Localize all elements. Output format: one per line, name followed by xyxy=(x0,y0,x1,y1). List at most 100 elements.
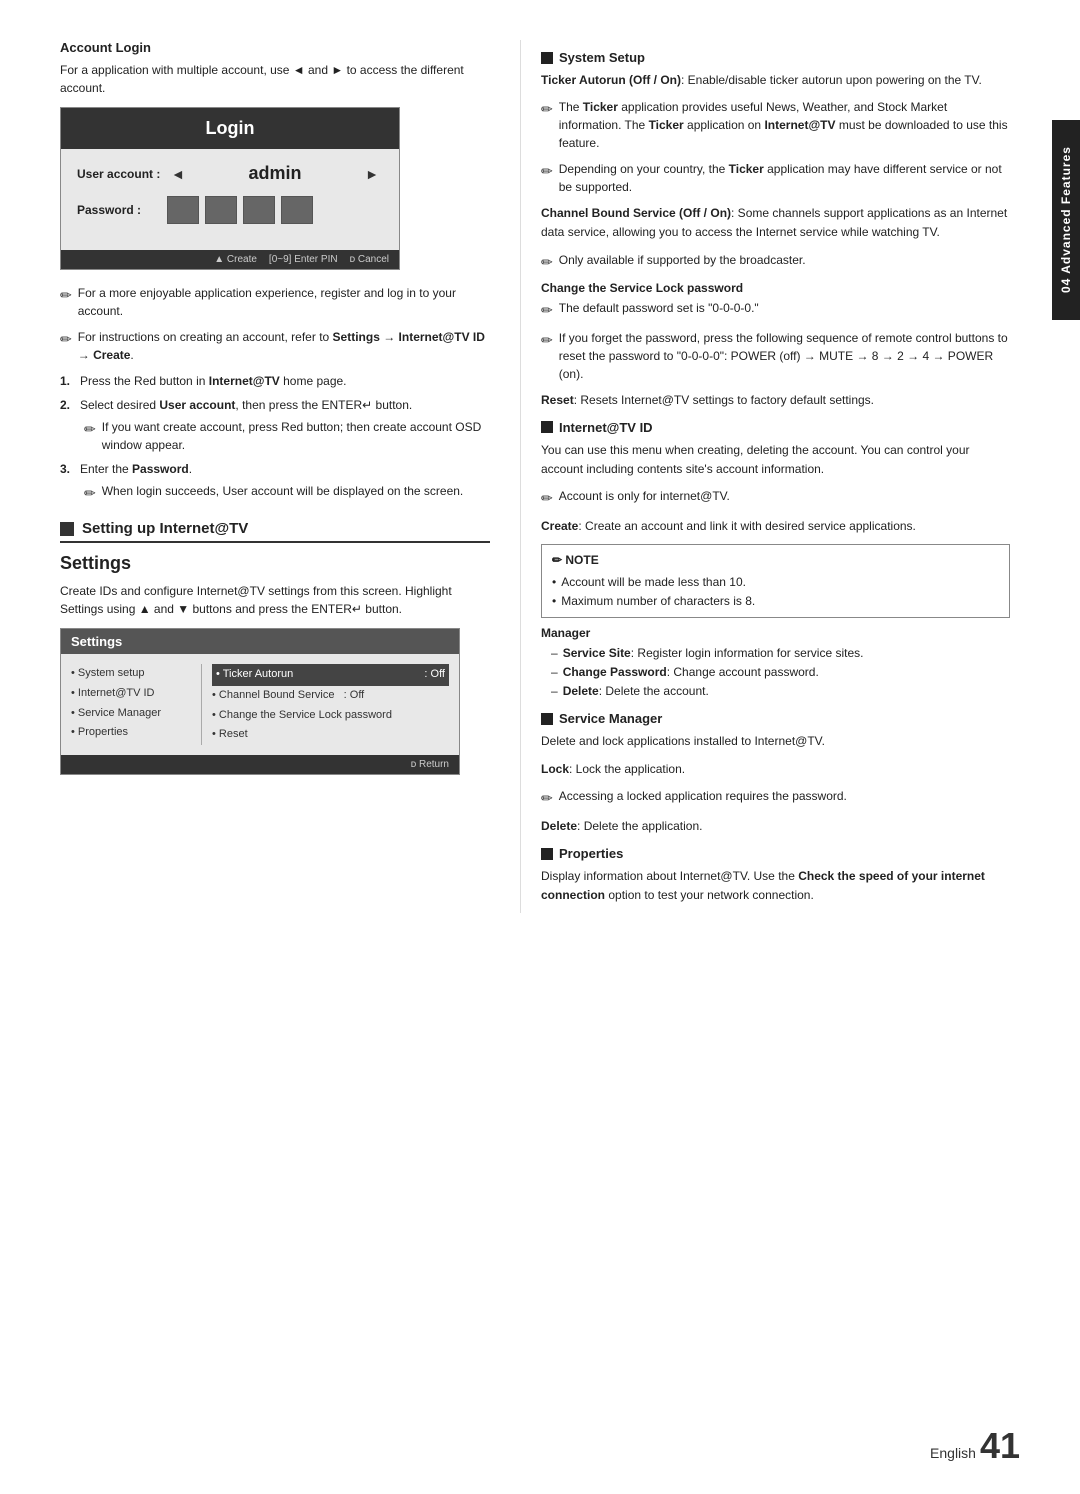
side-tab: 04 Advanced Features xyxy=(1052,120,1080,320)
ticker-note-1: ✏ The Ticker application provides useful… xyxy=(541,98,1010,152)
settings-menu-system: • System setup xyxy=(71,664,201,684)
properties-desc: Display information about Internet@TV. U… xyxy=(541,867,1010,905)
note-1: ✏ For a more enjoyable application exper… xyxy=(60,284,490,320)
right-column: System Setup Ticker Autorun (Off / On): … xyxy=(520,40,1010,913)
note-pencil-icon-2: ✏ xyxy=(60,329,72,350)
setting-up-heading-bar: Setting up Internet@TV xyxy=(60,520,490,543)
forgot-password-note: ✏ If you forget the password, press the … xyxy=(541,329,1010,383)
password-box-3 xyxy=(243,196,275,224)
channel-bound-note: ✏ Only available if supported by the bro… xyxy=(541,251,1010,273)
settings-footer: ᴅ Return xyxy=(61,755,459,774)
properties-section: Properties Display information about Int… xyxy=(541,846,1010,905)
internet-tv-id-bullet xyxy=(541,421,553,433)
ticker-label: • Ticker Autorun xyxy=(216,665,293,685)
ticker-note-2: ✏ Depending on your country, the Ticker … xyxy=(541,160,1010,196)
internet-tv-id-section: Internet@TV ID You can use this menu whe… xyxy=(541,420,1010,702)
account-login-desc: For a application with multiple account,… xyxy=(60,61,490,97)
service-manager-heading: Service Manager xyxy=(541,711,1010,726)
settings-change-lock: • Change the Service Lock password xyxy=(212,706,449,726)
setting-up-heading: Setting up Internet@TV xyxy=(82,520,248,537)
channel-bound-note-text: Only available if supported by the broad… xyxy=(559,251,806,269)
default-pass-icon: ✏ xyxy=(541,300,553,321)
lock-note-text: Accessing a locked application requires … xyxy=(559,787,847,805)
note-text-2: For instructions on creating an account,… xyxy=(78,328,490,364)
properties-bullet xyxy=(541,848,553,860)
step-3: 3. Enter the Password. ✏ When login succ… xyxy=(60,460,490,504)
step-1-text: Press the Red button in Internet@TV home… xyxy=(80,372,490,390)
settings-right-menu: • Ticker Autorun : Off • Channel Bound S… xyxy=(201,664,449,745)
settings-ui-box: Settings • System setup • Internet@TV ID… xyxy=(60,628,460,775)
note-box-item-2: Maximum number of characters is 8. xyxy=(552,592,999,611)
login-title: Login xyxy=(61,108,399,149)
step-2-text: Select desired User account, then press … xyxy=(80,398,412,412)
login-footer: ▲ Create [0~9] Enter PIN ᴅ Cancel xyxy=(61,250,399,269)
change-password-item: Change Password: Change account password… xyxy=(551,663,1010,682)
login-box: Login User account : ◄ admin ► Password … xyxy=(60,107,400,270)
account-login-section: Account Login For a application with mul… xyxy=(60,40,490,504)
password-row: Password : xyxy=(77,196,383,224)
system-setup-title: System Setup xyxy=(559,50,645,65)
ticker-note-icon-2: ✏ xyxy=(541,161,553,182)
step-3-content: Enter the Password. ✏ When login succeed… xyxy=(80,460,490,504)
password-label: Password : xyxy=(77,203,167,217)
lock-note: ✏ Accessing a locked application require… xyxy=(541,787,1010,809)
channel-bound-note-icon: ✏ xyxy=(541,252,553,273)
black-square-icon xyxy=(60,522,74,536)
internet-tv-id-note-text: Account is only for internet@TV. xyxy=(559,487,730,505)
service-manager-title: Service Manager xyxy=(559,711,662,726)
step-2-note-text: If you want create account, press Red bu… xyxy=(102,418,490,454)
page-footer: English 41 xyxy=(930,1428,1020,1464)
forgot-pass-text: If you forget the password, press the fo… xyxy=(559,329,1010,383)
settings-desc: Create IDs and configure Internet@TV set… xyxy=(60,582,490,618)
ticker-note-icon-1: ✏ xyxy=(541,99,553,120)
note-box: ✏ NOTE Account will be made less than 10… xyxy=(541,544,1010,618)
service-manager-bullet xyxy=(541,713,553,725)
footer-english: English xyxy=(930,1445,976,1461)
service-manager-section: Service Manager Delete and lock applicat… xyxy=(541,711,1010,836)
settings-menu-properties: • Properties xyxy=(71,723,201,743)
system-setup-section: System Setup Ticker Autorun (Off / On): … xyxy=(541,50,1010,410)
delete-item: Delete: Delete the account. xyxy=(551,682,1010,701)
internet-tv-id-title: Internet@TV ID xyxy=(559,420,653,435)
create-hint: ▲ Create xyxy=(214,254,257,265)
properties-heading: Properties xyxy=(541,846,1010,861)
forgot-pass-icon: ✏ xyxy=(541,330,553,351)
manager-title: Manager xyxy=(541,626,1010,640)
default-pass-text: The default password set is "0-0-0-0." xyxy=(559,299,759,317)
numbered-list: 1. Press the Red button in Internet@TV h… xyxy=(60,372,490,504)
lock-note-icon: ✏ xyxy=(541,788,553,809)
left-column: Account Login For a application with mul… xyxy=(60,40,520,913)
step-2-content: Select desired User account, then press … xyxy=(80,396,490,454)
note-2: ✏ For instructions on creating an accoun… xyxy=(60,328,490,364)
password-box-2 xyxy=(205,196,237,224)
step-2-note-icon: ✏ xyxy=(84,419,96,440)
step-3-text: Enter the Password. xyxy=(80,462,192,476)
settings-left-menu: • System setup • Internet@TV ID • Servic… xyxy=(71,664,201,745)
default-password-note: ✏ The default password set is "0-0-0-0." xyxy=(541,299,1010,321)
step-3-subnote: ✏ When login succeeds, User account will… xyxy=(84,482,490,504)
channel-bound-text: Channel Bound Service (Off / On): Some c… xyxy=(541,204,1010,242)
service-manager-desc: Delete and lock applications installed t… xyxy=(541,732,1010,751)
properties-title: Properties xyxy=(559,846,623,861)
step-2: 2. Select desired User account, then pre… xyxy=(60,396,490,454)
ticker-note-text-2: Depending on your country, the Ticker ap… xyxy=(559,160,1010,196)
system-setup-heading: System Setup xyxy=(541,50,1010,65)
return-hint: ᴅ Return xyxy=(411,759,449,770)
right-arrow-icon: ► xyxy=(365,166,379,182)
service-site-item: Service Site: Register login information… xyxy=(551,644,1010,663)
step-1: 1. Press the Red button in Internet@TV h… xyxy=(60,372,490,390)
user-value: admin xyxy=(189,163,361,184)
password-box-4 xyxy=(281,196,313,224)
internet-tv-id-desc: You can use this menu when creating, del… xyxy=(541,441,1010,479)
user-label: User account : xyxy=(77,167,167,181)
ticker-note-text-1: The Ticker application provides useful N… xyxy=(559,98,1010,152)
user-account-row: User account : ◄ admin ► xyxy=(77,163,383,184)
note-pencil-icon-1: ✏ xyxy=(60,285,72,306)
create-text: Create: Create an account and link it wi… xyxy=(541,517,1010,536)
step-3-note-text: When login succeeds, User account will b… xyxy=(102,482,464,500)
note-box-item-1: Account will be made less than 10. xyxy=(552,573,999,592)
footer-page-number: 41 xyxy=(980,1428,1020,1464)
settings-reset: • Reset xyxy=(212,725,449,745)
settings-ui-body: • System setup • Internet@TV ID • Servic… xyxy=(61,654,459,755)
settings-menu-id: • Internet@TV ID xyxy=(71,684,201,704)
